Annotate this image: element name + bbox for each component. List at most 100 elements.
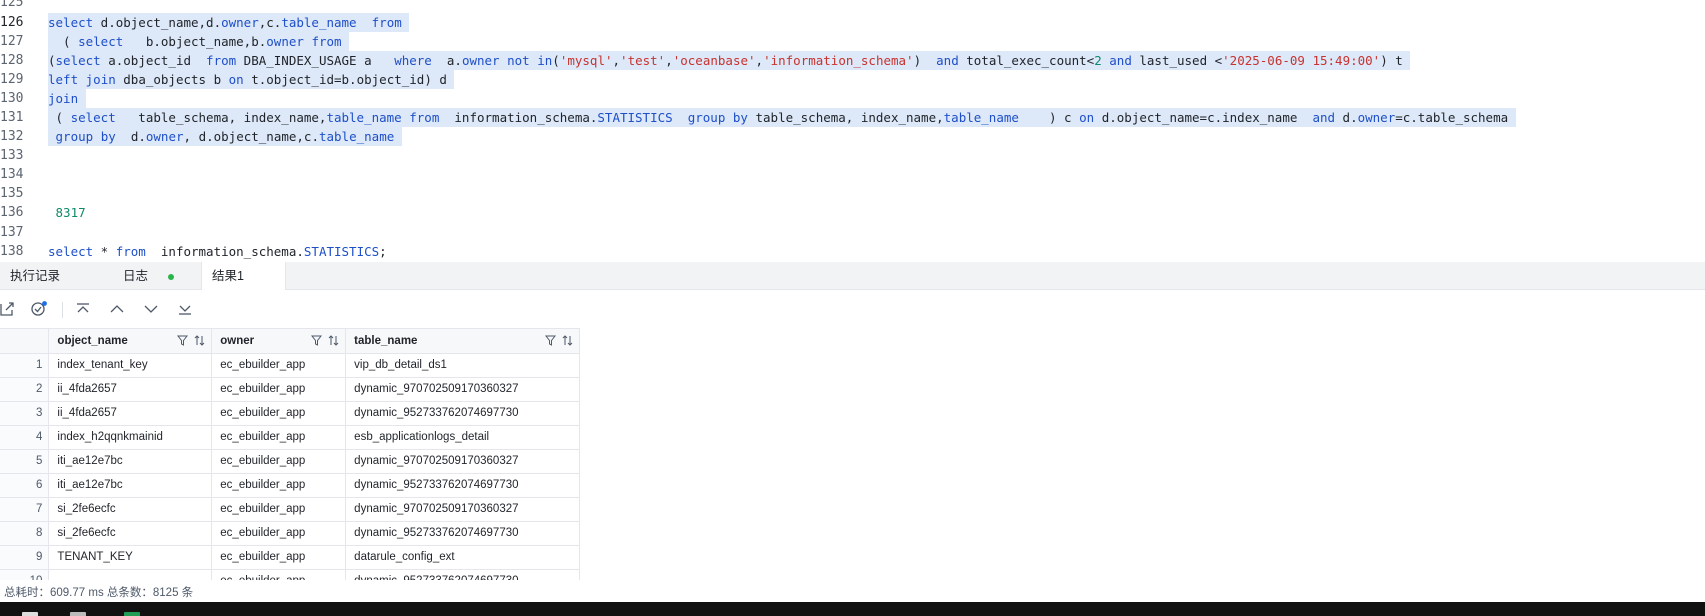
table-cell-owner[interactable]: ec_ebuilder_app xyxy=(211,521,347,546)
table-row[interactable]: 2 ii_4fda2657 ec_ebuilder_app dynamic_97070… xyxy=(0,377,580,402)
code-line[interactable]: 126 select d.object_name,d.owner,c.table_… xyxy=(0,13,1705,32)
os-taskbar xyxy=(0,602,1705,616)
export-button[interactable] xyxy=(0,298,18,320)
line-number: 135 xyxy=(0,186,24,201)
sql-editor[interactable]: 125 126 select d.object_name,d.owner,c.tab… xyxy=(0,0,1705,262)
table-cell-owner[interactable]: ec_ebuilder_app xyxy=(211,425,347,450)
last-page-button[interactable] xyxy=(174,298,196,320)
first-page-button[interactable] xyxy=(72,298,94,320)
table-cell-object-name[interactable]: ... xyxy=(48,569,213,580)
code-line[interactable]: 128 (select a.object_id from DBA_INDEX_US… xyxy=(0,51,1705,70)
code-line[interactable]: 137 xyxy=(0,223,1705,242)
export-icon xyxy=(0,302,14,316)
table-row[interactable]: 3 ii_4fda2657 ec_ebuilder_app dynamic_95273… xyxy=(0,401,580,426)
table-cell-owner[interactable]: ec_ebuilder_app xyxy=(211,401,347,426)
code-text: ( select table_schema, index_name,table_… xyxy=(48,108,1516,127)
code-line[interactable]: 131 ( select table_schema, index_name,ta… xyxy=(0,108,1705,127)
table-row[interactable]: 4 index_h2qqnkmainid ec_ebuilder_app esb_ap… xyxy=(0,425,580,450)
table-cell-object-name[interactable]: si_2fe6ecfc xyxy=(48,497,213,522)
table-cell-owner[interactable]: ec_ebuilder_app xyxy=(211,353,347,378)
table-cell-table-name[interactable]: dynamic_952733762074697730 xyxy=(345,401,580,426)
refresh-settings-button[interactable] xyxy=(28,298,50,320)
filter-icon[interactable] xyxy=(311,335,323,346)
code-line[interactable]: 129 left join dba_objects b on t.object_i… xyxy=(0,70,1705,89)
table-row[interactable]: 1 index_tenant_key ec_ebuilder_app vip_db_d… xyxy=(0,353,580,378)
table-row[interactable]: 8 si_2fe6ecfc ec_ebuilder_app dynamic_95273… xyxy=(0,521,580,546)
code-text: join xyxy=(48,89,86,108)
table-cell-owner[interactable]: ec_ebuilder_app xyxy=(211,473,347,498)
tab-result1[interactable]: 结果1 xyxy=(201,262,286,291)
tab-log[interactable]: 日志 xyxy=(113,262,158,290)
table-cell-object-name[interactable]: TENANT_KEY xyxy=(48,545,213,570)
row-number: 1 xyxy=(0,353,50,378)
taskbar-app-icon[interactable] xyxy=(124,612,140,616)
code-line[interactable]: 125 xyxy=(0,0,1705,12)
table-row[interactable]: 10...ec_ebuilder_appdynamic_952733762074… xyxy=(0,569,580,580)
table-cell-table-name[interactable]: dynamic_952733762074697730 xyxy=(345,569,580,580)
code-line[interactable]: 133 xyxy=(0,146,1705,165)
table-cell-object-name[interactable]: index_tenant_key xyxy=(48,353,213,378)
code-text: (select a.object_id from DBA_INDEX_USAGE… xyxy=(48,51,1411,70)
column-header-object-name[interactable]: object_name xyxy=(48,329,213,354)
table-cell-owner[interactable]: ec_ebuilder_app xyxy=(211,377,347,402)
code-line[interactable]: 134 xyxy=(0,165,1705,184)
table-cell-owner[interactable]: ec_ebuilder_app xyxy=(211,569,347,580)
table-row[interactable]: 6 iti_ae12e7bc ec_ebuilder_app dynamic_9527… xyxy=(0,473,580,498)
code-line[interactable]: 127 ( select b.object_name,b.owner from xyxy=(0,32,1705,51)
row-number: 9 xyxy=(0,545,50,570)
table-cell-table-name[interactable]: dynamic_952733762074697730 xyxy=(345,521,580,546)
table-cell-owner[interactable]: ec_ebuilder_app xyxy=(211,449,347,474)
sort-icon[interactable] xyxy=(328,335,339,346)
code-line[interactable]: 138 select * from information_schema.STAT… xyxy=(0,242,1705,261)
taskbar-app-icon[interactable] xyxy=(70,612,86,616)
last-page-icon xyxy=(179,305,191,315)
table-cell-table-name[interactable]: esb_applicationlogs_detail xyxy=(345,425,580,450)
tab-result1-label: 结果1 xyxy=(212,269,244,283)
taskbar-app-icon[interactable] xyxy=(22,612,38,616)
table-cell-object-name[interactable]: index_h2qqnkmainid xyxy=(48,425,213,450)
code-line[interactable]: 136 8317 xyxy=(0,203,1705,222)
code-line[interactable]: 135 xyxy=(0,184,1705,203)
code-text: group by d.owner, d.object_name,c.table_… xyxy=(48,127,402,146)
column-header-label: owner xyxy=(220,334,255,347)
previous-page-button[interactable] xyxy=(106,298,128,320)
line-number: 131 xyxy=(0,110,24,125)
filter-icon[interactable] xyxy=(545,335,556,346)
table-row[interactable]: 9 TENANT_KEY ec_ebuilder_app datarule_confi… xyxy=(0,545,580,570)
table-cell-table-name[interactable]: vip_db_detail_ds1 xyxy=(345,353,580,378)
table-cell-object-name[interactable]: ii_4fda2657 xyxy=(48,401,213,426)
next-page-icon xyxy=(144,305,158,313)
table-cell-object-name[interactable]: ii_4fda2657 xyxy=(48,377,213,402)
table-cell-owner[interactable]: ec_ebuilder_app xyxy=(211,497,347,522)
next-page-button[interactable] xyxy=(140,298,162,320)
table-row[interactable]: 7 si_2fe6ecfc ec_ebuilder_app dynamic_97070… xyxy=(0,497,580,522)
table-cell-table-name[interactable]: dynamic_970702509170360327 xyxy=(345,377,580,402)
table-cell-table-name[interactable]: dynamic_970702509170360327 xyxy=(345,449,580,474)
code-line[interactable]: 132 group by d.owner, d.object_name,c.ta… xyxy=(0,127,1705,146)
table-cell-table-name[interactable]: datarule_config_ext xyxy=(345,545,580,570)
table-cell-object-name[interactable]: iti_ae12e7bc xyxy=(48,473,213,498)
result-grid[interactable]: object_name owner table_name 1 index_ten… xyxy=(0,328,580,580)
table-cell-owner[interactable]: ec_ebuilder_app xyxy=(211,545,347,570)
filter-icon[interactable] xyxy=(177,335,189,346)
column-header-label: object_name xyxy=(57,334,128,347)
code-line[interactable]: 130 join xyxy=(0,89,1705,108)
table-cell-table-name[interactable]: dynamic_952733762074697730 xyxy=(345,473,580,498)
table-cell-object-name[interactable]: iti_ae12e7bc xyxy=(48,449,213,474)
column-header-table-name[interactable]: table_name xyxy=(345,329,580,354)
row-number: 2 xyxy=(0,377,50,402)
column-header-owner[interactable]: owner xyxy=(211,329,347,354)
result-panel-tabs: 执行记录 日志 结果1 xyxy=(0,262,1705,291)
sort-icon[interactable] xyxy=(562,335,573,346)
line-number: 137 xyxy=(0,225,24,240)
tab-execution-history[interactable]: 执行记录 xyxy=(0,262,70,290)
line-number: 138 xyxy=(0,244,24,259)
tab-log-label: 日志 xyxy=(123,269,149,283)
code-text: left join dba_objects b on t.object_id=b… xyxy=(48,70,455,89)
sort-icon[interactable] xyxy=(194,335,205,346)
table-cell-table-name[interactable]: dynamic_970702509170360327 xyxy=(345,497,580,522)
table-cell-object-name[interactable]: si_2fe6ecfc xyxy=(48,521,213,546)
toolbar-divider xyxy=(62,302,63,318)
row-number: 8 xyxy=(0,521,50,546)
table-row[interactable]: 5 iti_ae12e7bc ec_ebuilder_app dynamic_9707… xyxy=(0,449,580,474)
